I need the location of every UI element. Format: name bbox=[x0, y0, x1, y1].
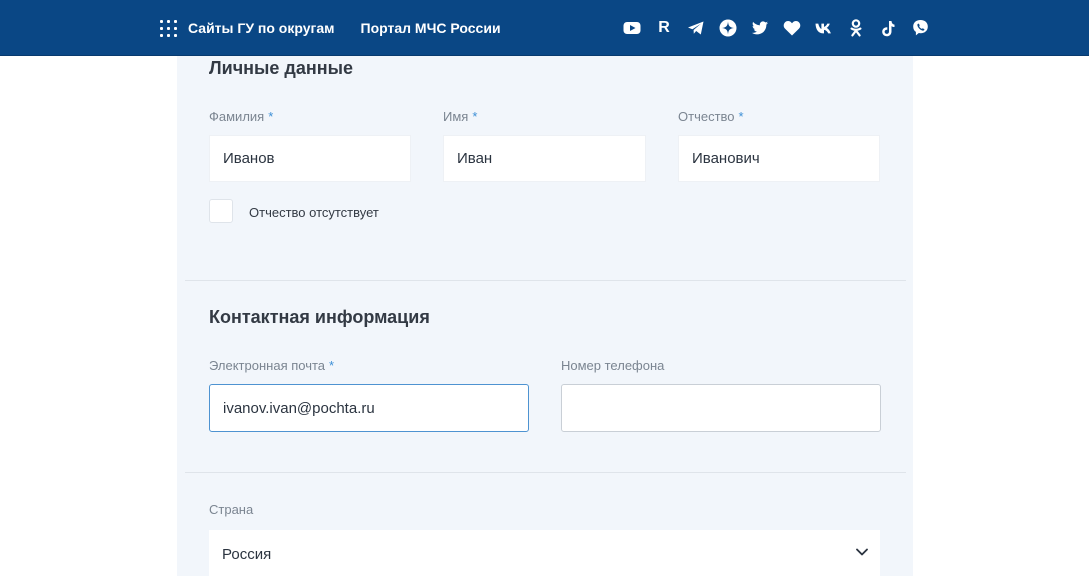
vk-icon[interactable] bbox=[814, 18, 834, 38]
dzen-icon[interactable] bbox=[718, 18, 738, 38]
country-select-value: Россия bbox=[222, 545, 272, 563]
rutube-icon[interactable]: R bbox=[654, 18, 674, 38]
name-input[interactable]: Иван bbox=[443, 135, 646, 182]
top-navigation-bar: Сайты ГУ по округам Портал МЧС России R bbox=[0, 0, 1089, 56]
country-select[interactable]: Россия bbox=[209, 530, 880, 578]
name-label: Имя * bbox=[443, 109, 477, 124]
email-label-text: Электронная почта bbox=[209, 358, 326, 373]
twitter-icon[interactable] bbox=[750, 18, 770, 38]
chevron-down-icon bbox=[856, 548, 868, 556]
viber-icon[interactable] bbox=[910, 18, 930, 38]
required-mark: * bbox=[268, 109, 274, 124]
required-mark: * bbox=[738, 109, 744, 124]
section-divider bbox=[185, 280, 906, 281]
odnoklassniki-icon[interactable] bbox=[846, 18, 866, 38]
email-field[interactable]: ivanov.ivan@pochta.ru bbox=[209, 384, 529, 432]
youtube-icon[interactable] bbox=[622, 18, 642, 38]
social-links: R bbox=[622, 18, 930, 38]
surname-label-text: Фамилия bbox=[209, 109, 265, 124]
country-label: Страна bbox=[209, 502, 254, 517]
phone-label: Номер телефона bbox=[561, 358, 665, 373]
districts-sites-link[interactable]: Сайты ГУ по округам bbox=[188, 20, 335, 36]
heart-icon[interactable] bbox=[782, 18, 802, 38]
telegram-icon[interactable] bbox=[686, 18, 706, 38]
required-mark: * bbox=[329, 358, 335, 373]
contact-info-title: Контактная информация bbox=[209, 307, 430, 327]
phone-field[interactable] bbox=[561, 384, 881, 432]
mchs-portal-link[interactable]: Портал МЧС России bbox=[361, 20, 501, 36]
name-label-text: Имя bbox=[443, 109, 469, 124]
tiktok-icon[interactable] bbox=[878, 18, 898, 38]
patronymic-label-text: Отчество bbox=[678, 109, 735, 124]
surname-input[interactable]: Иванов bbox=[209, 135, 411, 182]
rutube-glyph: R bbox=[658, 19, 670, 36]
no-patronymic-checkbox[interactable] bbox=[209, 199, 233, 223]
personal-data-title: Личные данные bbox=[209, 58, 353, 78]
form-card: Личные данные Фамилия * Иванов Имя * Иван … bbox=[177, 56, 913, 578]
email-label: Электронная почта * bbox=[209, 358, 334, 373]
grid-icon[interactable] bbox=[160, 19, 177, 37]
patronymic-label: Отчество * bbox=[678, 109, 744, 124]
patronymic-input[interactable]: Иванович bbox=[678, 135, 880, 182]
section-divider bbox=[185, 472, 906, 473]
surname-label: Фамилия * bbox=[209, 109, 273, 124]
no-patronymic-label[interactable]: Отчество отсутствует bbox=[249, 205, 379, 220]
required-mark: * bbox=[472, 109, 478, 124]
